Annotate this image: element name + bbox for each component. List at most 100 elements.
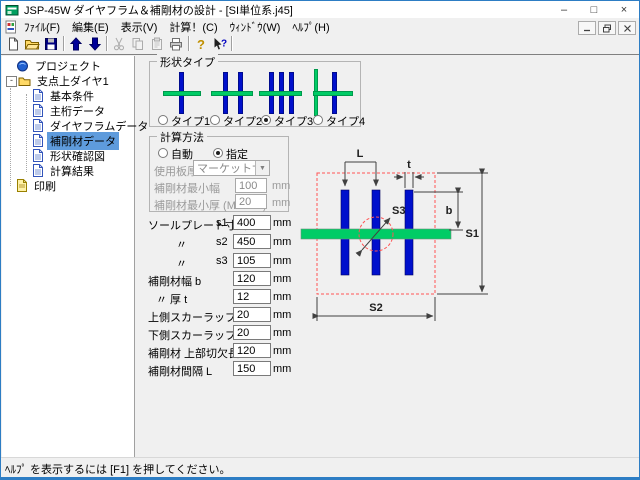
radio-type2-label[interactable]: タイプ2 [223, 113, 262, 129]
document-icon [32, 164, 44, 177]
lower-scallop-input[interactable] [233, 325, 271, 340]
field-row-stiffener-spacing: 補剛材間隔 L mm [148, 361, 318, 377]
folder-icon [18, 75, 31, 87]
app-window: JSP-45W ダイヤフラム＆補剛材の設計 - [SI単位系.j45] – □ … [0, 0, 640, 480]
field-row-upper-scallop: 上側スカーラップ R mm [148, 307, 318, 323]
s2-input[interactable] [233, 234, 271, 249]
new-file-button[interactable] [4, 36, 22, 52]
mdi-minimize-button[interactable] [578, 21, 596, 35]
document-icon [32, 119, 44, 132]
s2-dim-label: S2 [369, 302, 382, 314]
mdi-close-button[interactable] [618, 21, 636, 35]
document-icon [32, 104, 44, 117]
move-up-button[interactable] [67, 36, 85, 52]
s3-label: S3 [392, 205, 405, 217]
help-button[interactable]: ? [192, 36, 210, 52]
tree-connector [10, 88, 11, 186]
stiffener-thickness-input[interactable] [233, 289, 271, 304]
field-row-s3: 〃s3 mm [148, 253, 318, 269]
field-row-top-notch-length: 補剛材 上部切欠長 mm [148, 343, 318, 359]
toolbar: ? ? [1, 35, 639, 55]
tree-item-insatsu[interactable]: 印刷 [16, 178, 59, 193]
mdi-client-area: プロジェクト - 支点上ダイヤ1 基本条件 主桁データ ダイヤフラムデータ [1, 54, 639, 458]
cut-button [110, 36, 128, 52]
menu-help[interactable]: ﾍﾙﾌﾟ(H) [286, 17, 335, 37]
context-help-icon: ? [212, 37, 228, 51]
tree-expander[interactable]: - [6, 76, 17, 87]
svg-text:?: ? [221, 39, 227, 50]
shape-type-group: 形状タイプ [149, 61, 361, 127]
min-thickness-unit: mm [272, 197, 290, 209]
upper-scallop-input[interactable] [233, 307, 271, 322]
combo-dropdown-icon: ▼ [255, 161, 269, 175]
app-icon [5, 3, 19, 17]
menu-view[interactable]: 表示(V) [115, 17, 164, 37]
copy-button [129, 36, 147, 52]
radio-type1[interactable] [158, 115, 168, 125]
b-dim-label: b [446, 205, 453, 217]
field-row-stiffener-width: 補剛材幅 b mm [148, 271, 318, 287]
print-button[interactable] [167, 36, 185, 52]
calc-method-group: 計算方法 自動 指定 使用板厚 マーケットサイズ ▼ 補剛材最小幅 mm 補剛材… [149, 136, 289, 212]
field-row-lower-scallop: 下側スカーラップ R mm [148, 325, 318, 341]
min-thickness-input [235, 194, 267, 209]
save-button[interactable] [42, 36, 60, 52]
minimize-button[interactable]: – [549, 1, 579, 18]
radio-type4-label[interactable]: タイプ4 [326, 113, 365, 129]
mdi-restore-button[interactable] [598, 21, 616, 35]
radio-specify[interactable] [213, 148, 223, 158]
help-icon: ? [193, 37, 209, 51]
window-title: JSP-45W ダイヤフラム＆補剛材の設計 - [SI単位系.j45] [24, 2, 293, 18]
window-accent-border [1, 477, 639, 479]
paste-icon [149, 37, 165, 51]
status-message: ﾍﾙﾌﾟ を表示するには [F1] を押してください。 [5, 461, 230, 477]
document-icon [32, 134, 44, 147]
radio-type3-label[interactable]: タイプ3 [274, 113, 313, 129]
s1-input[interactable] [233, 215, 271, 230]
menu-bar: ﾌｧｲﾙ(F) 編集(E) 表示(V) 計算！(C) ｳｨﾝﾄﾞｳ(W) ﾍﾙﾌ… [1, 18, 639, 35]
radio-type1-label[interactable]: タイプ1 [171, 113, 210, 129]
menu-file[interactable]: ﾌｧｲﾙ(F) [18, 17, 66, 37]
open-folder-icon [24, 37, 40, 51]
move-down-button[interactable] [86, 36, 104, 52]
s3-input[interactable] [233, 253, 271, 268]
top-notch-length-input[interactable] [233, 343, 271, 358]
menu-edit[interactable]: 編集(E) [66, 17, 115, 37]
min-width-label: 補剛材最小幅 [154, 180, 220, 196]
field-row-s2: 〃s2 mm [148, 234, 318, 250]
plate-thickness-label: 使用板厚 [154, 163, 198, 179]
field-row-stiffener-thickness: 〃 厚 t mm [148, 289, 318, 305]
mdi-window-buttons [578, 21, 636, 35]
open-file-button[interactable] [23, 36, 41, 52]
s1-dim-label: S1 [466, 228, 479, 240]
radio-auto[interactable] [158, 148, 168, 158]
menu-calc[interactable]: 計算！(C) [163, 17, 223, 37]
shape-type-group-title: 形状タイプ [157, 54, 218, 70]
mdi-document-icon [4, 20, 18, 34]
radio-type4[interactable] [313, 115, 323, 125]
radio-auto-label[interactable]: 自動 [171, 146, 193, 162]
stiffener-diagram: S3 L t b S1 S2 [296, 142, 501, 334]
arrow-up-icon [68, 37, 84, 51]
close-button[interactable]: × [609, 1, 639, 18]
field-row-s1: ソールプレート寸法s1 mm [148, 215, 318, 231]
cut-icon [111, 37, 127, 51]
stiffener-width-input[interactable] [233, 271, 271, 286]
toolbar-separator [63, 36, 65, 51]
menu-window[interactable]: ｳｨﾝﾄﾞｳ(W) [224, 17, 287, 37]
maximize-button[interactable]: □ [579, 1, 609, 18]
svg-text:?: ? [197, 37, 205, 51]
toolbar-separator [106, 36, 108, 51]
context-help-button[interactable]: ? [211, 36, 229, 52]
copy-icon [130, 37, 146, 51]
project-tree-panel: プロジェクト - 支点上ダイヤ1 基本条件 主桁データ ダイヤフラムデータ [2, 56, 135, 457]
document-icon [32, 89, 44, 102]
document-icon [32, 149, 44, 162]
stiffener-spacing-input[interactable] [233, 361, 271, 376]
project-icon [16, 60, 29, 72]
print-icon [168, 37, 184, 51]
radio-type2[interactable] [210, 115, 220, 125]
radio-type3[interactable] [261, 115, 271, 125]
min-width-input [235, 178, 267, 193]
calc-method-group-title: 計算方法 [157, 129, 207, 145]
